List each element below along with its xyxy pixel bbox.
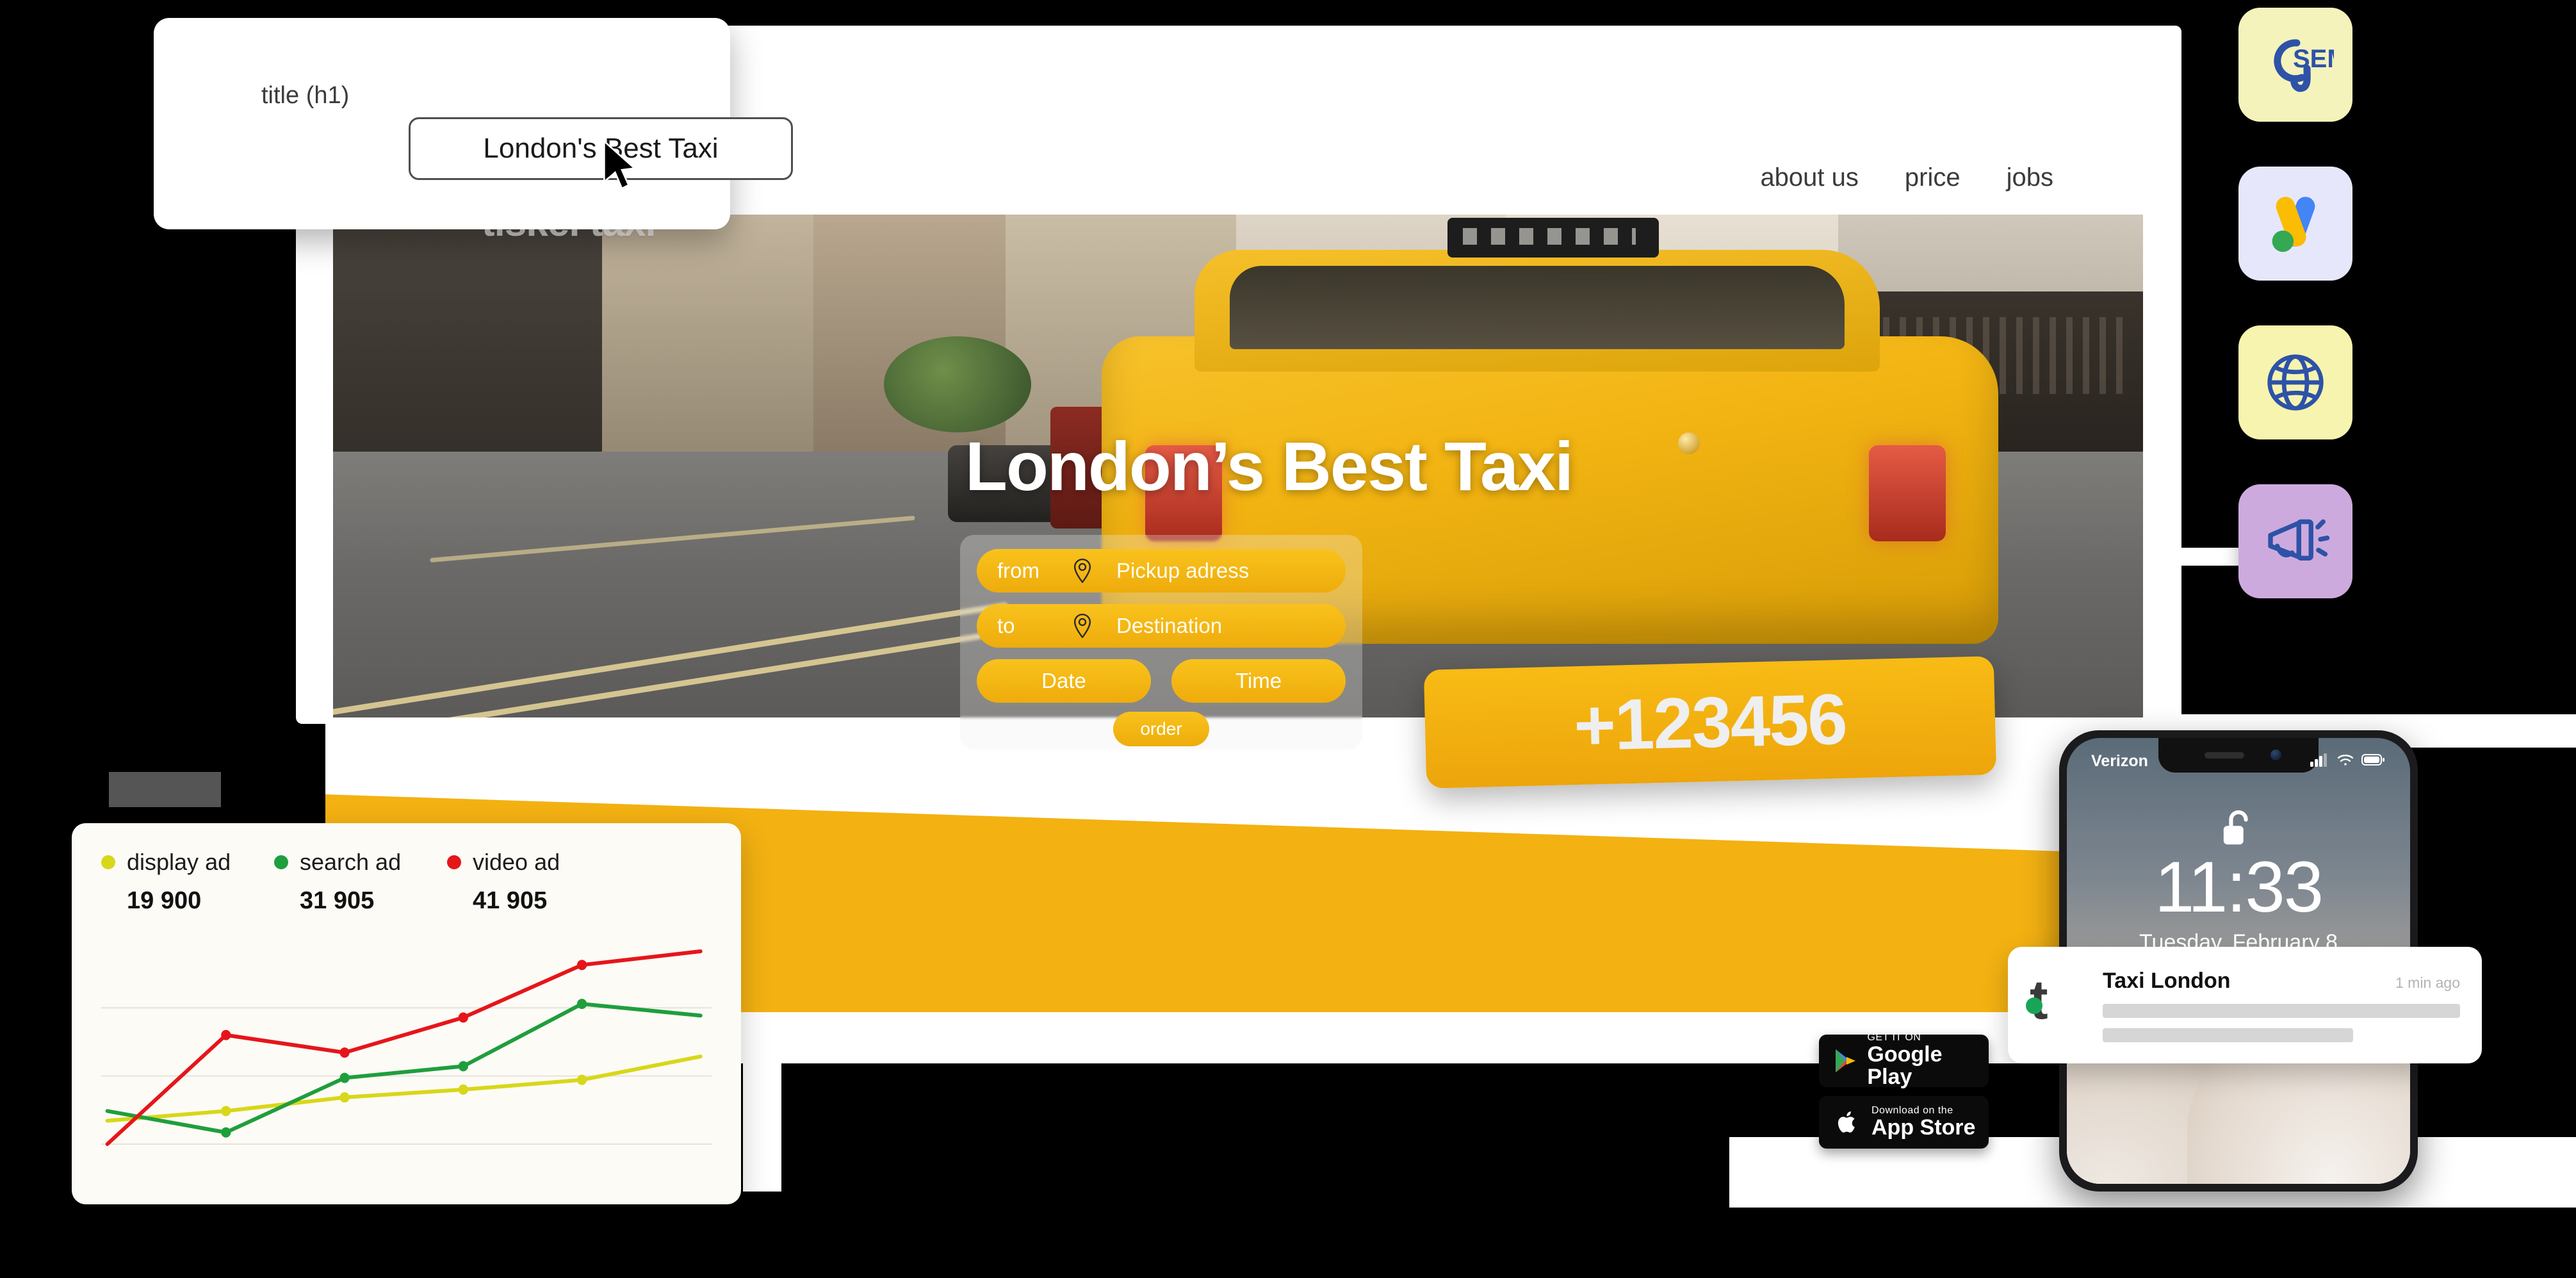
- google-ads-icon[interactable]: [2238, 167, 2352, 281]
- chart-point: [576, 1074, 587, 1085]
- status-icons: [2310, 753, 2386, 770]
- app-store-badge[interactable]: Download on the App Store: [1819, 1096, 1989, 1149]
- pickup-label: from: [997, 559, 1039, 582]
- pickup-placeholder: Pickup adress: [1116, 559, 1250, 582]
- chart-point: [458, 1012, 468, 1023]
- chart-point: [458, 1084, 468, 1095]
- app-store-badges[interactable]: GET IT ON Google Play Download on the Ap…: [1819, 1032, 1989, 1158]
- google-play-icon: [1830, 1048, 1859, 1074]
- google-play-big-label: Google Play: [1867, 1042, 1943, 1090]
- google-play-badge[interactable]: GET IT ON Google Play: [1819, 1032, 1989, 1090]
- pickup-field[interactable]: from Pickup adress: [977, 549, 1346, 593]
- location-pin-icon: [1068, 614, 1097, 638]
- phone-status-bar: Verizon: [2067, 752, 2410, 771]
- wifi-icon: [2337, 753, 2354, 769]
- analytics-card: display ad 19 900 search ad 31 905 video…: [72, 823, 741, 1204]
- site-nav[interactable]: about us price jobs: [1760, 163, 2053, 192]
- notification-skeleton-line: [2103, 1003, 2460, 1018]
- legend-item-search-ad: search ad 31 905: [274, 849, 447, 915]
- phone-cta-number: +123456: [1572, 678, 1848, 766]
- time-field[interactable]: Time: [1171, 659, 1346, 703]
- decor-chip: [109, 772, 221, 807]
- decor-tab: [2168, 548, 2242, 566]
- mouse-pointer-icon: [599, 139, 640, 197]
- svg-text:SEM: SEM: [2293, 45, 2334, 73]
- chart-point: [221, 1029, 231, 1040]
- destination-label: to: [997, 614, 1015, 637]
- tiskel-green-dot: [2026, 997, 2042, 1014]
- editor-field-label: title (h1): [261, 82, 350, 109]
- legend-dot-video-ad: [447, 855, 461, 869]
- legend-label-search-ad: search ad: [300, 849, 402, 875]
- nav-item-about-us[interactable]: about us: [1760, 163, 1858, 192]
- chart-line-display-ad: [105, 1054, 703, 1123]
- notification-timestamp: 1 min ago: [2395, 974, 2460, 991]
- app-store-big-label: App Store: [1871, 1115, 1976, 1140]
- chart-point: [576, 999, 587, 1010]
- taxi-roof-sign: [1447, 218, 1659, 258]
- chart-gridlines: [101, 1007, 712, 1145]
- chart-svg: [101, 949, 712, 1146]
- legend-label-display-ad: display ad: [127, 849, 231, 875]
- destination-placeholder: Destination: [1116, 614, 1223, 637]
- chart-point: [339, 1047, 350, 1058]
- notification-title: Taxi London: [2103, 968, 2231, 993]
- legend-item-display-ad: display ad 19 900: [101, 849, 274, 915]
- taxi-rear-window: [1230, 266, 1845, 349]
- chart-point: [221, 1106, 231, 1117]
- legend-item-video-ad: video ad 41 905: [447, 849, 620, 915]
- side-app-icons[interactable]: SEM: [2238, 8, 2352, 643]
- legend-dot-display-ad: [101, 855, 115, 869]
- phone-cta-badge[interactable]: +123456: [1423, 656, 1997, 789]
- hero-heading: London’s Best Taxi: [965, 427, 1574, 505]
- chart-point: [576, 960, 587, 971]
- date-field[interactable]: Date: [977, 659, 1151, 703]
- line-chart: [101, 943, 712, 1148]
- megaphone-icon[interactable]: [2238, 484, 2352, 598]
- booking-form[interactable]: from Pickup adress to Destination Date T…: [960, 535, 1362, 750]
- taxi-tail-light: [1869, 445, 1946, 541]
- tiskel-t-icon: t: [2026, 972, 2089, 1035]
- legend-value-video-ad: 41 905: [473, 887, 548, 914]
- legend-dot-search-ad: [274, 855, 288, 869]
- cellular-bars-icon: [2310, 753, 2329, 770]
- notification-body: Taxi London 1 min ago: [2103, 969, 2460, 1042]
- destination-field[interactable]: to Destination: [977, 604, 1346, 648]
- apple-icon: [1830, 1110, 1864, 1135]
- nav-item-price[interactable]: price: [1905, 163, 1961, 192]
- google-play-text: GET IT ON Google Play: [1867, 1032, 1977, 1090]
- chart-legend: display ad 19 900 search ad 31 905 video…: [101, 849, 712, 915]
- carrier-label: Verizon: [2091, 752, 2148, 770]
- lockscreen-time: 11:33: [2155, 847, 2324, 927]
- sem-icon[interactable]: SEM: [2238, 8, 2352, 122]
- legend-value-display-ad: 19 900: [127, 887, 202, 914]
- app-store-text: Download on the App Store: [1871, 1105, 1976, 1140]
- chart-point: [339, 1092, 350, 1103]
- screenshot-stage: about us price jobs London’s Best Taxi f…: [0, 0, 2576, 1278]
- order-button[interactable]: order: [1113, 712, 1209, 746]
- location-pin-icon: [1068, 559, 1097, 583]
- push-notification-card[interactable]: t Taxi London 1 min ago: [2008, 947, 2482, 1063]
- globe-icon[interactable]: [2238, 325, 2352, 439]
- chart-point: [221, 1127, 231, 1138]
- notification-skeleton-line: [2103, 1028, 2353, 1042]
- editor-tooltip-panel: title (h1) London's Best Taxi: [154, 18, 793, 229]
- chart-point: [458, 1061, 468, 1072]
- legend-value-search-ad: 31 905: [300, 887, 375, 914]
- chart-point: [339, 1072, 350, 1083]
- taxi-fuel-cap: [1678, 432, 1700, 454]
- chart-series: [105, 949, 703, 1146]
- hero-foliage: [884, 336, 1031, 432]
- battery-icon: [2361, 753, 2386, 769]
- datetime-row: Date Time: [977, 659, 1346, 703]
- legend-label-video-ad: video ad: [473, 849, 560, 875]
- nav-item-jobs[interactable]: jobs: [2007, 163, 2053, 192]
